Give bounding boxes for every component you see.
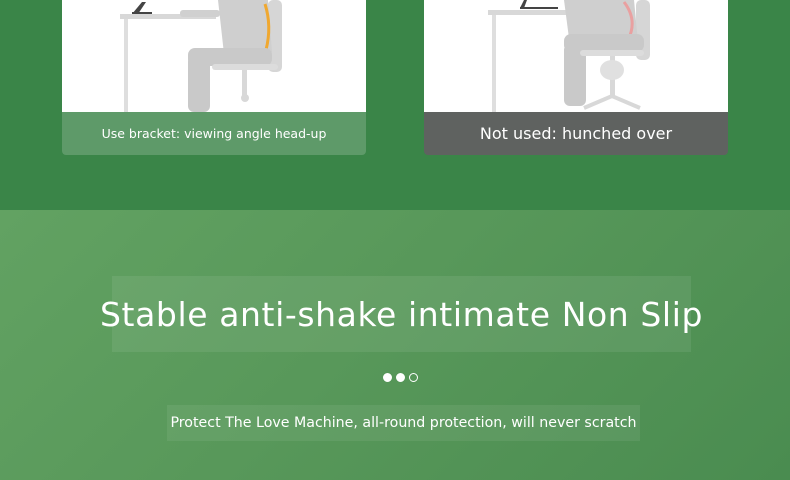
without-bracket-caption: Not used: hunched over [424,112,728,155]
without-bracket-illustration [424,0,728,112]
feature-description-box: Protect The Love Machine, all-round prot… [167,405,640,441]
with-bracket-card: Use bracket: viewing angle head-up [62,0,366,155]
seated-user-hunched-icon [488,0,650,112]
feature-headline: Stable anti-shake intimate Non Slip [99,294,704,334]
with-bracket-caption-text: Use bracket: viewing angle head-up [101,126,327,141]
carousel-dot-3[interactable] [409,373,418,382]
comparison-section: Use bracket: viewing angle head-up Not u… [0,0,790,210]
feature-headline-box: Stable anti-shake intimate Non Slip [100,276,702,352]
with-bracket-illustration [62,0,366,112]
with-bracket-caption: Use bracket: viewing angle head-up [62,112,366,155]
without-bracket-card: Not used: hunched over [424,0,728,155]
without-bracket-caption-text: Not used: hunched over [479,124,673,143]
carousel-indicator [383,373,418,384]
feature-description: Protect The Love Machine, all-round prot… [170,415,637,431]
carousel-dot-2[interactable] [396,373,405,382]
seated-user-upright-icon [120,0,282,112]
carousel-dot-1[interactable] [383,373,392,382]
